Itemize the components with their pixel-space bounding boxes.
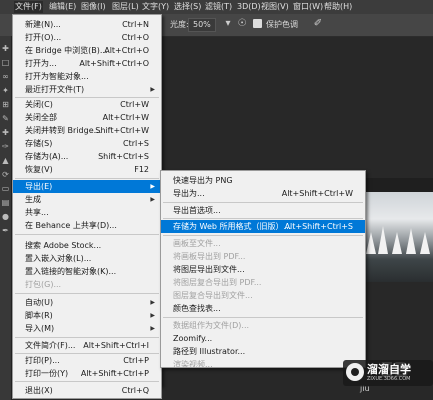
menu-separator [163, 218, 363, 219]
menu-item-color-lookup[interactable]: 颜色查找表... [161, 302, 365, 315]
protect-tones-label: 保护色调 [266, 20, 298, 29]
menu-file[interactable]: 文件(F) [14, 1, 43, 13]
menu-image[interactable]: 图像(I) [80, 1, 107, 13]
menu-item-close-all[interactable]: 关闭全部 Alt+Ctrl+W [13, 111, 161, 124]
menu-separator [15, 234, 159, 235]
chevron-down-icon[interactable]: ▾ [222, 18, 234, 30]
submenu-arrow-icon: ▶ [150, 312, 155, 319]
menu-item-generate[interactable]: 生成 ▶ [13, 193, 161, 206]
menu-item-layer-comps-to-pdf[interactable]: 将图层复合导出到 PDF... [161, 276, 365, 289]
menu-separator [15, 337, 159, 338]
menu-item-zoomify[interactable]: Zoomify... [161, 332, 365, 345]
menu-select[interactable]: 选择(S) [173, 1, 202, 13]
dodge-tool-icon[interactable]: ● [1, 212, 10, 221]
tools-panel: ✚ □ ∞ ✦ ⊞ ✎ ✚ ✑ ▲ ⟳ ▭ ▤ ● ✒ [0, 36, 12, 400]
menu-separator [15, 381, 159, 382]
menu-item-data-sets[interactable]: 数据组作为文件(D)... [161, 319, 365, 332]
menu-filter[interactable]: 滤镜(T) [204, 1, 233, 13]
exposure-label: 光度: [170, 20, 189, 29]
menu-item-print-one[interactable]: 打印一份(Y) Alt+Shift+Ctrl+P [13, 367, 161, 380]
protect-tones-checkbox[interactable] [253, 19, 262, 28]
menu-type[interactable]: 文字(Y) [141, 1, 170, 13]
menu-item-layers-to-files[interactable]: 将图层导出到文件... [161, 263, 365, 276]
move-tool-icon[interactable]: ✚ [1, 44, 10, 53]
menu-item-render-video[interactable]: 渲染视频... [161, 358, 365, 369]
submenu-arrow-icon: ▶ [150, 299, 155, 306]
menu-item-artboards-to-pdf[interactable]: 将画板导出到 PDF... [161, 250, 365, 263]
menu-separator [163, 202, 363, 203]
submenu-arrow-icon: ▶ [150, 183, 155, 190]
menu-item-place-embedded[interactable]: 置入嵌入对象(L)... [13, 252, 161, 265]
menu-separator [163, 235, 363, 236]
menu-item-import[interactable]: 导入(M) ▶ [13, 322, 161, 335]
menu-item-revert[interactable]: 恢复(V) F12 [13, 163, 161, 176]
pen-tool-icon[interactable]: ✒ [1, 226, 10, 235]
menu-item-export[interactable]: 导出(E) ▶ [13, 180, 161, 193]
eyedropper-icon[interactable]: ✎ [1, 114, 10, 123]
menu-item-automate[interactable]: 自动(U) ▶ [13, 296, 161, 309]
submenu-arrow-icon: ▶ [150, 86, 155, 93]
menu-item-save-as[interactable]: 存储为(A)... Shift+Ctrl+S [13, 150, 161, 163]
menu-item-place-linked[interactable]: 置入链接的智能对象(K)... [13, 265, 161, 278]
crop-tool-icon[interactable]: ⊞ [1, 100, 10, 109]
menu-item-adobe-stock[interactable]: 搜索 Adobe Stock... [13, 239, 161, 252]
menu-item-scripts[interactable]: 脚本(R) ▶ [13, 309, 161, 322]
menu-item-open-as[interactable]: 打开为... Alt+Shift+Ctrl+O [13, 57, 161, 70]
menu-item-quick-export-png[interactable]: 快速导出为 PNG [161, 174, 365, 187]
menu-item-exit[interactable]: 退出(X) Ctrl+Q [13, 384, 161, 397]
history-brush-icon[interactable]: ⟳ [1, 170, 10, 179]
menu-item-save-for-web[interactable]: 存储为 Web 所用格式（旧版）... Alt+Shift+Ctrl+S [161, 220, 365, 233]
menu-bar: 文件(F) 编辑(E) 图像(I) 图层(L) 文字(Y) 选择(S) 滤镜(T… [0, 0, 433, 14]
menu-item-close-go-bridge[interactable]: 关闭并转到 Bridge... Shift+Ctrl+W [13, 124, 161, 137]
brush-tool-icon[interactable]: ✑ [1, 142, 10, 151]
exposure-dropdown[interactable]: 50% [188, 18, 216, 32]
submenu-arrow-icon: ▶ [150, 325, 155, 332]
pressure-icon[interactable]: ✐ [312, 18, 324, 30]
lasso-tool-icon[interactable]: ∞ [1, 72, 10, 81]
menu-item-artboards-to-files[interactable]: 画板至文件... [161, 237, 365, 250]
gradient-tool-icon[interactable]: ▤ [1, 198, 10, 207]
healing-brush-icon[interactable]: ✚ [1, 128, 10, 137]
menu-separator [15, 293, 159, 294]
file-menu: 新建(N)... Ctrl+N 打开(O)... Ctrl+O 在 Bridge 中… [12, 14, 162, 386]
menu-item-open[interactable]: 打开(O)... Ctrl+O [13, 31, 161, 44]
marquee-tool-icon[interactable]: □ [1, 58, 10, 67]
menu-3d[interactable]: 3D(D) [236, 1, 262, 13]
menu-separator [163, 317, 363, 318]
menu-item-package[interactable]: 打包(G)... [13, 278, 161, 291]
menu-item-paths-to-illustrator[interactable]: 路径到 Illustrator... [161, 345, 365, 358]
menu-item-recent-files[interactable]: 最近打开文件(T) ▶ [13, 83, 161, 96]
watermark-badge: 溜溜自学 ZIXUE.3D66.COM [343, 360, 433, 386]
menu-item-new[interactable]: 新建(N)... Ctrl+N [13, 18, 161, 31]
menu-separator [15, 178, 159, 179]
menu-item-save[interactable]: 存储(S) Ctrl+S [13, 137, 161, 150]
menu-item-layer-comps-to-files[interactable]: 图层复合导出到文件... [161, 289, 365, 302]
menu-help[interactable]: 帮助(H) [323, 1, 353, 13]
stamp-tool-icon[interactable]: ▲ [1, 156, 10, 165]
eraser-tool-icon[interactable]: ▭ [1, 184, 10, 193]
menu-layer[interactable]: 图层(L) [111, 1, 140, 13]
magic-wand-icon[interactable]: ✦ [1, 86, 10, 95]
menu-window[interactable]: 窗口(W) [292, 1, 324, 13]
menu-item-browse-bridge[interactable]: 在 Bridge 中浏览(B)... Alt+Ctrl+O [13, 44, 161, 57]
menu-item-file-info[interactable]: 文件简介(F)... Alt+Shift+Ctrl+I [13, 339, 161, 352]
menu-edit[interactable]: 编辑(E) [48, 1, 77, 13]
watermark-title: 溜溜自学 [367, 363, 411, 376]
menu-item-print[interactable]: 打印(P)... Ctrl+P [13, 354, 161, 367]
snow-tree-photo [362, 192, 433, 282]
menu-item-close[interactable]: 关闭(C) Ctrl+W [13, 98, 161, 111]
watermark-logo-icon [346, 363, 364, 381]
menu-item-export-preferences[interactable]: 导出首选项... [161, 204, 365, 217]
submenu-arrow-icon: ▶ [150, 196, 155, 203]
menu-item-share[interactable]: 共享... [13, 206, 161, 219]
menu-view[interactable]: 视图(V) [260, 1, 290, 13]
menu-item-share-behance[interactable]: 在 Behance 上共享(D)... [13, 219, 161, 232]
menu-item-export-as[interactable]: 导出为... Alt+Shift+Ctrl+W [161, 187, 365, 200]
airbrush-icon[interactable]: ☉ [236, 18, 248, 30]
watermark-subtitle: ZIXUE.3D66.COM [367, 376, 411, 382]
menu-item-open-smart-object[interactable]: 打开为智能对象... [13, 70, 161, 83]
export-submenu: 快速导出为 PNG 导出为... Alt+Shift+Ctrl+W 导出首选项..… [160, 170, 366, 369]
file-menu-footer: 退出(X) Ctrl+Q [12, 384, 162, 399]
